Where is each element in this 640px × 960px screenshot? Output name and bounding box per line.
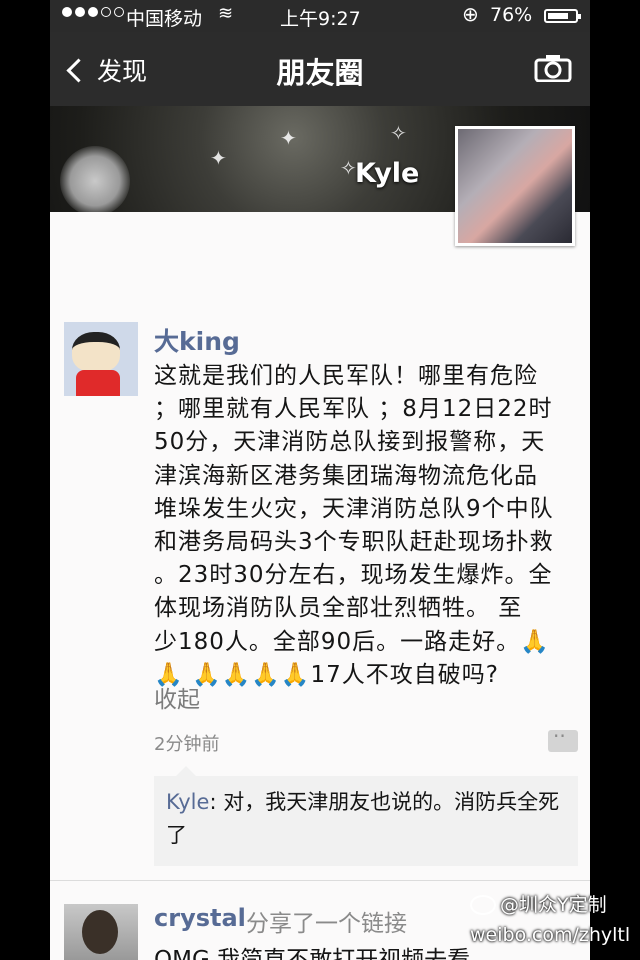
watermark-line2: weibo.com/zhyltl — [470, 924, 631, 946]
comment-text: : 对，我天津朋友也说的。消防兵全死了 — [166, 790, 560, 847]
comment-author[interactable]: Kyle — [166, 790, 209, 814]
post2-author-avatar[interactable] — [64, 904, 138, 960]
rotation-lock-icon: ⊕ — [462, 2, 479, 26]
post-author-name[interactable]: 大king — [154, 322, 240, 358]
post-text-line: 少180人。全部90后。一路走好。🙏 — [154, 628, 550, 655]
post-time: 2分钟前 — [154, 734, 220, 755]
post-author-avatar[interactable] — [64, 322, 138, 396]
comment-menu-button[interactable] — [548, 724, 578, 752]
status-time: 上午9:27 — [280, 8, 361, 30]
nav-bar: 发现 朋友圈 — [50, 32, 590, 106]
battery-percent: 76% — [490, 4, 533, 26]
camera-icon[interactable] — [534, 54, 572, 83]
post2-text: OMG 我简直不敢打开视频去看 — [154, 947, 471, 960]
wifi-icon: ≋ — [218, 3, 234, 24]
profile-avatar[interactable] — [455, 126, 575, 246]
status-bar: 中国移动 ≋ 上午9:27 ⊕ 76% — [50, 0, 590, 32]
watermark-line1: @圳众Y定制 — [500, 894, 607, 916]
post-text-line: 堆垛发生火灾，天津消防总队9个中队 — [154, 495, 554, 522]
post-text: 这就是我们的人民军队！哪里有危险 ；哪里就有人民军队 ；8月12日22时 50分… — [154, 360, 578, 692]
signal-icon — [62, 7, 124, 17]
watermark: @圳众Y定制 weibo.com/zhyltl — [470, 890, 630, 950]
weibo-icon — [470, 895, 496, 915]
post-text-line: 津滨海新区港务集团瑞海物流危化品 — [154, 462, 538, 489]
comment-box: Kyle: 对，我天津朋友也说的。消防兵全死了 — [154, 766, 578, 866]
post-text-line: 和港务局码头3个专职队赶赴现场扑救 — [154, 529, 554, 556]
divider — [50, 880, 590, 881]
collapse-link[interactable]: 收起 — [154, 680, 200, 714]
post-text-line: 50分，天津消防总队接到报警称，天 — [154, 429, 546, 456]
battery-icon — [544, 9, 581, 23]
post-text-line: 🙏 🙏🙏🙏🙏17人不攻自破吗? — [154, 661, 499, 688]
post-text-line: 体现场消防队员全部壮烈牺牲。 至 — [154, 595, 523, 622]
comment[interactable]: Kyle: 对，我天津朋友也说的。消防兵全死了 — [166, 786, 566, 852]
post2-author-name[interactable]: crystal — [154, 904, 246, 932]
post2-action: 分享了一个链接 — [246, 911, 407, 937]
carrier-label: 中国移动 — [126, 8, 203, 30]
post-text-line: ；哪里就有人民军队 ；8月12日22时 — [154, 396, 553, 423]
phone-screen: 中国移动 ≋ 上午9:27 ⊕ 76% 发现 朋友圈 ✦ ✧ ✦ ✧ Kyle — [50, 0, 590, 960]
post-text-line: 。23时30分左右，现场发生爆炸。全 — [154, 562, 553, 589]
page-title: 朋友圈 — [276, 56, 364, 90]
cover-user-name: Kyle — [355, 158, 420, 189]
post-text-line: 这就是我们的人民军队！哪里有危险 — [154, 363, 538, 389]
